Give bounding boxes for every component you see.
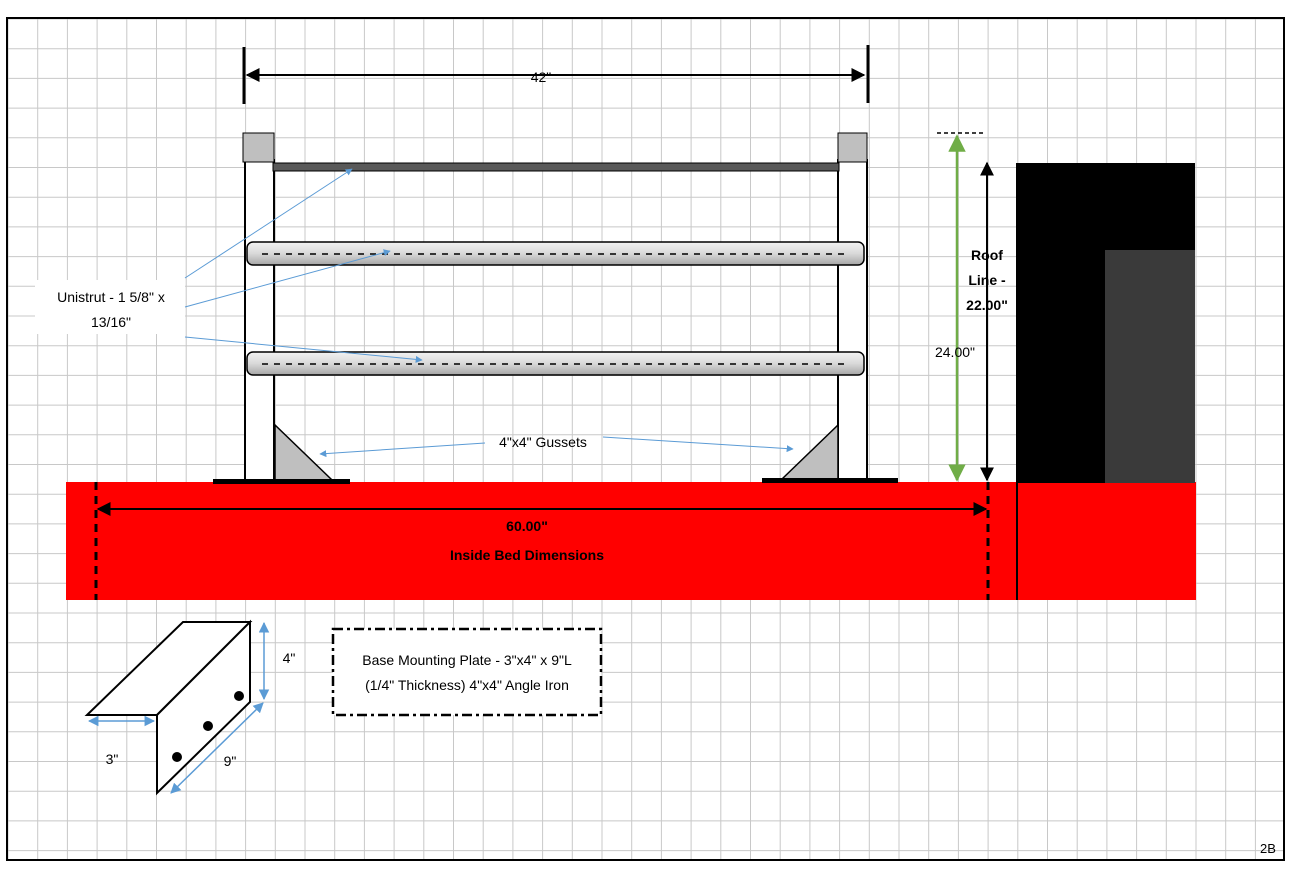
width-label: 42" bbox=[531, 69, 552, 85]
gussets-label: 4"x4" Gussets bbox=[499, 434, 587, 450]
dim-3-label: 3" bbox=[106, 751, 119, 767]
roof-label-line1: Roof bbox=[971, 247, 1003, 263]
truck-bed bbox=[66, 482, 1196, 600]
left-gusset bbox=[274, 423, 334, 481]
top-crossbar bbox=[272, 162, 840, 172]
left-base-plate bbox=[213, 479, 350, 484]
dim-4-label: 4" bbox=[283, 650, 296, 666]
bolt-hole-2 bbox=[203, 721, 213, 731]
right-base-plate bbox=[762, 478, 898, 483]
left-post bbox=[244, 159, 275, 481]
angle-iron-sketch bbox=[84, 619, 270, 796]
left-post-cap bbox=[242, 132, 275, 163]
plate-note-box bbox=[331, 627, 603, 717]
truck-rack-diagram: 60.00" Inside Bed Dimensions 42" Unistru… bbox=[6, 17, 1285, 861]
right-post-cap bbox=[837, 132, 868, 163]
bed-caption: Inside Bed Dimensions bbox=[450, 547, 604, 563]
gusset-arrow-left bbox=[319, 442, 486, 458]
cab-window bbox=[1105, 250, 1195, 483]
bed-width-label: 60.00" bbox=[506, 518, 548, 534]
plate-note-line1: Base Mounting Plate - 3"x4" x 9"L bbox=[362, 652, 572, 668]
dim-9-label: 9" bbox=[224, 753, 237, 769]
roof-label-line2: Line - bbox=[968, 272, 1006, 288]
page-tag: 2B bbox=[1260, 841, 1276, 856]
bolt-hole-3 bbox=[172, 752, 182, 762]
height-24-label: 24.00" bbox=[935, 344, 975, 360]
unistrut-label-line1: Unistrut - 1 5/8" x bbox=[57, 289, 165, 305]
unistrut-label-line2: 13/16" bbox=[91, 314, 131, 330]
right-post bbox=[837, 159, 868, 481]
roof-label-line3: 22.00" bbox=[966, 297, 1008, 313]
plate-note-line2: (1/4" Thickness) 4"x4" Angle Iron bbox=[365, 677, 569, 693]
bolt-hole-1 bbox=[234, 691, 244, 701]
